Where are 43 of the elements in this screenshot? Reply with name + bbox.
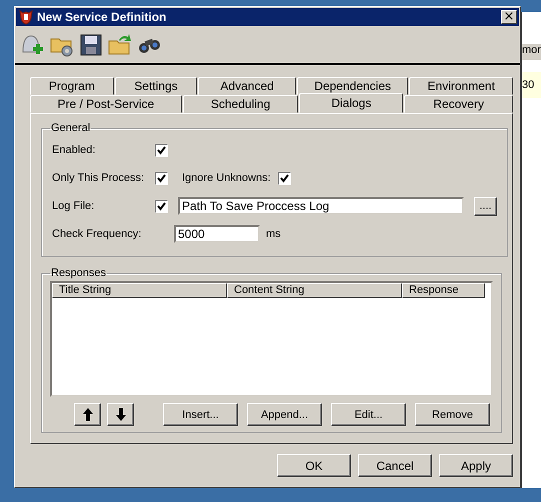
group-title: Responses: [50, 267, 108, 279]
checkbox[interactable]: [155, 200, 168, 212]
table-cell: 30: [522, 72, 541, 98]
browse-button[interactable]: ....: [474, 196, 497, 216]
list-button[interactable]: Append...: [247, 403, 322, 426]
dialog-button[interactable]: OK: [277, 454, 351, 477]
tab[interactable]: Program: [30, 77, 114, 95]
tab[interactable]: Advanced: [198, 77, 296, 95]
tab[interactable]: Pre / Post-Service: [30, 95, 182, 113]
move-up-button[interactable]: [74, 403, 101, 426]
checkbox[interactable]: [155, 144, 168, 156]
input-field[interactable]: 5000: [174, 225, 260, 243]
move-down-button[interactable]: [107, 403, 134, 426]
tab[interactable]: Environment: [409, 77, 513, 95]
input-field[interactable]: Path To Save Proccess Log: [178, 197, 464, 215]
tab[interactable]: Settings: [114, 77, 198, 95]
tab[interactable]: Recovery: [404, 95, 514, 113]
field-label: Ignore Unknowns:: [182, 172, 272, 184]
field-label: Enabled:: [51, 144, 96, 156]
list-button[interactable]: Insert...: [163, 403, 238, 426]
column-header: mor: [522, 44, 541, 60]
dialog-button[interactable]: Apply: [439, 454, 513, 477]
field-label: Check Frequency:: [51, 228, 142, 240]
column-header[interactable]: Content String: [227, 283, 402, 298]
window-title: New Service Definition: [37, 10, 168, 24]
tab[interactable]: Dialogs: [299, 93, 404, 113]
unit-label: ms: [266, 228, 281, 240]
shield-icon: [18, 9, 34, 25]
field-label: Only This Process:: [51, 172, 146, 184]
up-arrow-icon: [82, 408, 92, 421]
column-header[interactable]: Response: [402, 283, 485, 298]
checkbox[interactable]: [278, 172, 291, 184]
field-label: Log File:: [51, 200, 96, 212]
list-button[interactable]: Edit...: [331, 403, 406, 426]
close-button[interactable]: ×: [501, 10, 517, 24]
tab[interactable]: Scheduling: [182, 95, 298, 113]
column-header[interactable]: Title String: [52, 283, 227, 298]
list-button[interactable]: Remove: [415, 403, 490, 426]
group-title: General: [50, 122, 92, 134]
down-arrow-icon: [116, 408, 126, 421]
tab[interactable]: Dependencies: [296, 77, 408, 95]
dialog-button[interactable]: Cancel: [358, 454, 432, 477]
checkbox[interactable]: [155, 172, 168, 184]
